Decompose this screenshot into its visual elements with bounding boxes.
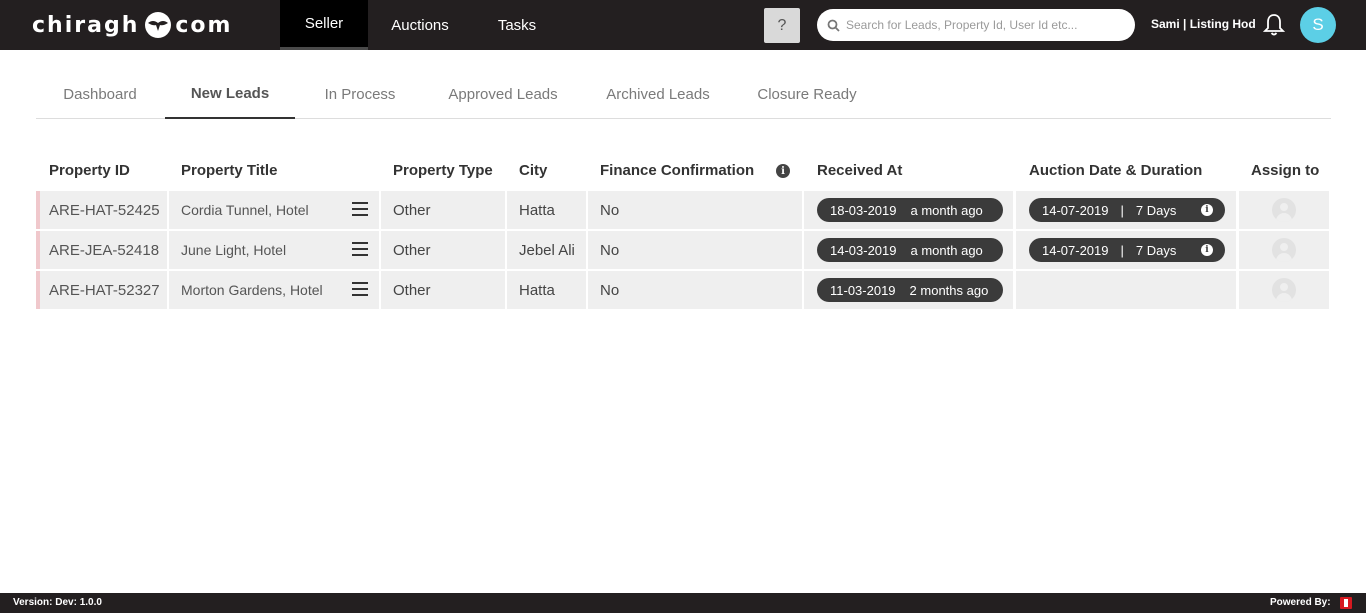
search-bar (817, 9, 1135, 41)
property-title-text: Cordia Tunnel, Hotel (181, 202, 309, 218)
logo-text-right: com (175, 12, 233, 38)
cell-property-title: Cordia Tunnel, Hotel (169, 191, 379, 229)
auction-badge: 14-07-2019 | 7 Days i (1029, 238, 1225, 262)
cell-assign-to[interactable] (1239, 191, 1329, 229)
received-badge: 11-03-2019 2 months ago (817, 278, 1003, 302)
menu-icon[interactable] (352, 202, 368, 216)
powered-by-label: Powered By: (1270, 597, 1331, 608)
auction-date: 14-07-2019 (1042, 202, 1109, 218)
cell-received-at: 18-03-2019 a month ago (804, 191, 1013, 229)
vendor-logo-icon (1340, 597, 1352, 609)
received-date: 18-03-2019 (830, 202, 897, 218)
bell-icon[interactable] (1262, 13, 1286, 42)
logo[interactable]: chiragh com (32, 11, 232, 39)
cell-property-type: Other (381, 191, 505, 229)
nav-tab-auctions[interactable]: Auctions (380, 0, 460, 50)
cell-received-at: 11-03-2019 2 months ago (804, 271, 1013, 309)
header-property-type[interactable]: Property Type (393, 162, 493, 179)
cell-finance-confirmation: No (588, 231, 802, 269)
user-label[interactable]: Sami | Listing Hod (1151, 17, 1256, 31)
cell-city: Jebel Ali (507, 231, 586, 269)
cell-auction-date: 14-07-2019 | 7 Days i (1016, 191, 1236, 229)
cell-property-title: Morton Gardens, Hotel (169, 271, 379, 309)
received-date: 11-03-2019 (830, 282, 896, 298)
tab-approved-leads[interactable]: Approved Leads (443, 70, 563, 118)
header-city[interactable]: City (519, 162, 547, 179)
received-date: 14-03-2019 (830, 242, 897, 258)
auction-info-icon[interactable]: i (1201, 244, 1213, 256)
assign-user-icon[interactable] (1272, 238, 1296, 262)
user-avatar[interactable]: S (1300, 7, 1336, 43)
top-bar: chiragh com Seller Auctions Tasks ? Sami… (0, 0, 1366, 50)
search-input[interactable] (846, 18, 1126, 32)
sub-tabs: Dashboard New Leads In Process Approved … (36, 70, 1331, 119)
tab-dashboard[interactable]: Dashboard (54, 70, 146, 118)
footer: Version: Dev: 1.0.0 Powered By: (0, 593, 1366, 613)
cell-assign-to[interactable] (1239, 231, 1329, 269)
cell-assign-to[interactable] (1239, 271, 1329, 309)
cell-city: Hatta (507, 191, 586, 229)
received-ago: a month ago (910, 202, 983, 218)
auction-separator: | (1120, 202, 1124, 218)
cell-city: Hatta (507, 271, 586, 309)
cell-auction-date: 14-07-2019 | 7 Days i (1016, 231, 1236, 269)
property-title-text: Morton Gardens, Hotel (181, 282, 323, 298)
header-finance-confirmation[interactable]: Finance Confirmation (600, 162, 754, 179)
cell-received-at: 14-03-2019 a month ago (804, 231, 1013, 269)
version-label: Version: Dev: 1.0.0 (13, 597, 102, 608)
cell-property-id[interactable]: ARE-JEA-52418 (36, 231, 167, 269)
cell-property-id[interactable]: ARE-HAT-52327 (36, 271, 167, 309)
nav-tab-seller[interactable]: Seller (280, 0, 368, 50)
menu-icon[interactable] (352, 242, 368, 256)
received-ago: 2 months ago (909, 282, 989, 298)
auction-separator: | (1120, 242, 1124, 258)
tab-closure-ready[interactable]: Closure Ready (752, 70, 862, 118)
help-button[interactable]: ? (764, 8, 800, 43)
tab-archived-leads[interactable]: Archived Leads (600, 70, 716, 118)
auction-date: 14-07-2019 (1042, 242, 1109, 258)
tab-in-process[interactable]: In Process (318, 70, 402, 118)
cell-property-type: Other (381, 231, 505, 269)
finance-info-icon[interactable]: i (776, 164, 790, 178)
auction-duration: 7 Days (1135, 242, 1177, 258)
cell-finance-confirmation: No (588, 271, 802, 309)
header-property-id[interactable]: Property ID (49, 162, 130, 179)
auction-duration: 7 Days (1135, 202, 1177, 218)
table-row[interactable]: ARE-JEA-52418 June Light, Hotel Other Je… (36, 231, 1329, 269)
nav-tab-tasks[interactable]: Tasks (487, 0, 547, 50)
received-badge: 14-03-2019 a month ago (817, 238, 1003, 262)
search-icon (827, 19, 840, 32)
logo-text-left: chiragh (32, 12, 140, 38)
cell-auction-date (1016, 271, 1236, 309)
cell-property-id[interactable]: ARE-HAT-52425 (36, 191, 167, 229)
tab-new-leads[interactable]: New Leads (165, 70, 295, 119)
header-assign-to[interactable]: Assign to (1251, 162, 1319, 179)
table-row[interactable]: ARE-HAT-52425 Cordia Tunnel, Hotel Other… (36, 191, 1329, 229)
auction-info-icon[interactable]: i (1201, 204, 1213, 216)
assign-user-icon[interactable] (1272, 198, 1296, 222)
menu-icon[interactable] (352, 282, 368, 296)
header-property-title[interactable]: Property Title (181, 162, 277, 179)
auction-badge: 14-07-2019 | 7 Days i (1029, 198, 1225, 222)
assign-user-icon[interactable] (1272, 278, 1296, 302)
table-row[interactable]: ARE-HAT-52327 Morton Gardens, Hotel Othe… (36, 271, 1329, 309)
bird-logo-icon (145, 12, 172, 38)
received-badge: 18-03-2019 a month ago (817, 198, 1003, 222)
cell-property-type: Other (381, 271, 505, 309)
property-title-text: June Light, Hotel (181, 242, 287, 258)
cell-finance-confirmation: No (588, 191, 802, 229)
cell-property-title: June Light, Hotel (169, 231, 379, 269)
header-auction-date-duration[interactable]: Auction Date & Duration (1029, 162, 1202, 179)
received-ago: a month ago (910, 242, 983, 258)
header-received-at[interactable]: Received At (817, 162, 902, 179)
